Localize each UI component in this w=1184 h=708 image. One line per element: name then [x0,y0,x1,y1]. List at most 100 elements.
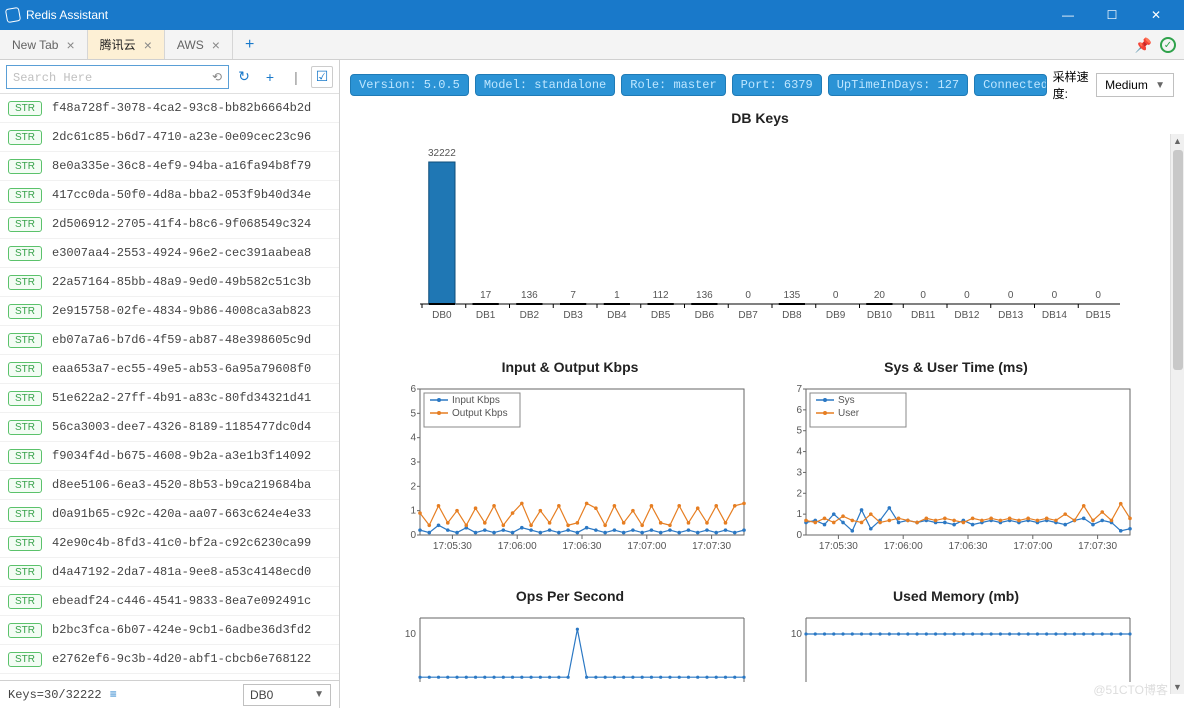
close-icon[interactable]: × [66,37,74,53]
close-icon[interactable]: × [212,37,220,53]
key-type-tag: STR [8,304,42,319]
svg-text:0: 0 [410,530,416,541]
clear-search-icon[interactable]: ⟲ [212,70,222,84]
vertical-scrollbar[interactable]: ▲ ▼ [1170,134,1184,694]
svg-text:4: 4 [410,433,416,444]
db-select[interactable]: DB0 ▼ [243,684,331,706]
key-row[interactable]: STReb07a7a6-b7d6-4f59-ab87-48e398605c9d [0,326,339,355]
svg-text:DB15: DB15 [1086,310,1111,321]
key-type-tag: STR [8,594,42,609]
svg-text:1: 1 [796,509,802,520]
key-type-tag: STR [8,565,42,580]
svg-text:0: 0 [1008,290,1014,301]
key-row[interactable]: STRebeadf24-c446-4541-9833-8ea7e092491c [0,587,339,616]
svg-text:17: 17 [480,290,492,301]
svg-text:3: 3 [796,467,802,478]
tab-new[interactable]: New Tab × [0,30,88,59]
svg-text:17:07:30: 17:07:30 [692,541,731,552]
divider: | [285,66,307,88]
key-row[interactable]: STR2dc61c85-b6d7-4710-a23e-0e09cec23c96 [0,123,339,152]
key-row[interactable]: STR51e622a2-27ff-4b91-a83c-80fd34321d41 [0,384,339,413]
tab-label: 腾讯云 [100,36,136,53]
content: Version: 5.0.5 Model: standalone Role: m… [340,60,1184,708]
svg-text:DB4: DB4 [607,310,627,321]
key-row[interactable]: STR56ca3003-dee7-4326-8189-1185477dc0d4 [0,413,339,442]
add-key-icon[interactable]: + [259,66,281,88]
svg-text:17:07:00: 17:07:00 [1013,541,1052,552]
svg-text:5: 5 [410,408,416,419]
window-minimize-button[interactable]: — [1046,0,1090,30]
key-row[interactable]: STRf48a728f-3078-4ca2-93c8-bb82b6664b2d [0,94,339,123]
key-name: 8e0a335e-36c8-4ef9-94ba-a16fa94b8f79 [52,159,331,173]
tab-aws[interactable]: AWS × [165,30,233,59]
key-row[interactable]: STRf9034f4d-b675-4608-9b2a-a3e1b3f14092 [0,442,339,471]
svg-text:DB9: DB9 [826,310,846,321]
key-list[interactable]: STRf48a728f-3078-4ca2-93c8-bb82b6664b2dS… [0,94,339,680]
badge-role: Role: master [621,74,725,96]
key-type-tag: STR [8,217,42,232]
key-row[interactable]: STR 22a57164-85bb-48a9-9ed0-49b582c51c3b [0,268,339,297]
titlebar: Redis Assistant — ☐ ✕ [0,0,1184,30]
svg-text:6: 6 [796,405,802,416]
tabbar: New Tab × 腾讯云 × AWS × + 📌 ✓ [0,30,1184,60]
svg-text:DB8: DB8 [782,310,802,321]
svg-text:User: User [838,408,860,419]
key-row[interactable]: STReaa653a7-ec55-49e5-ab53-6a95a79608f0 [0,355,339,384]
badge-port: Port: 6379 [732,74,822,96]
chart-io: Input & Output Kbps 012345617:05:3017:06… [390,355,750,566]
key-row[interactable]: STR 2d506912-2705-41f4-b8c6-9f068549c324 [0,210,339,239]
key-row[interactable]: STRe2762ef6-9c3b-4d20-abf1-cbcb6e768122 [0,645,339,674]
svg-text:DB10: DB10 [867,310,892,321]
badge-connected: ConnectedCli [974,74,1047,96]
check-filter-icon[interactable]: ☑ [311,66,333,88]
svg-text:136: 136 [521,290,538,301]
search-input[interactable] [13,70,212,84]
sample-rate-label: 采样速度: [1053,68,1090,102]
key-row[interactable]: STR 2e915758-02fe-4834-9b86-4008ca3ab823 [0,297,339,326]
key-row[interactable]: STRd4a47192-2da7-481a-9ee8-a53c4148ecd0 [0,558,339,587]
window-close-button[interactable]: ✕ [1134,0,1178,30]
key-name: 22a57164-85bb-48a9-9ed0-49b582c51c3b [52,275,331,289]
key-type-tag: STR [8,507,42,522]
scrollbar-thumb[interactable] [1173,150,1183,370]
chart-title: DB Keys [390,110,1130,126]
svg-text:20: 20 [874,290,886,301]
list-view-icon[interactable]: ≡ [110,688,117,702]
refresh-icon[interactable]: ↻ [233,66,255,88]
key-name: eaa653a7-ec55-49e5-ab53-6a95a79608f0 [52,362,331,376]
svg-text:1: 1 [410,506,416,517]
search-input-wrapper[interactable]: ⟲ [6,65,229,89]
key-row[interactable]: STRb2bc3fca-6b07-424e-9cb1-6adbe36d3fd2 [0,616,339,645]
scroll-up-icon[interactable]: ▲ [1173,134,1182,148]
badge-uptime: UpTimeInDays: 127 [828,74,968,96]
key-name: f9034f4d-b675-4608-9b2a-a3e1b3f14092 [52,449,331,463]
window-maximize-button[interactable]: ☐ [1090,0,1134,30]
svg-text:10: 10 [405,629,417,640]
key-row[interactable]: STR42e90c4b-8fd3-41c0-bf2a-c92c6230ca99 [0,529,339,558]
tab-tencent[interactable]: 腾讯云 × [88,30,165,59]
add-tab-button[interactable]: + [233,30,266,59]
svg-text:Input Kbps: Input Kbps [452,395,500,406]
key-type-tag: STR [8,536,42,551]
key-type-tag: STR [8,275,42,290]
svg-text:135: 135 [784,290,801,301]
key-row[interactable]: STR 8e0a335e-36c8-4ef9-94ba-a16fa94b8f79 [0,152,339,181]
key-row[interactable]: STRe3007aa4-2553-4924-96e2-cec391aabea8 [0,239,339,268]
key-row[interactable]: STRd8ee5106-6ea3-4520-8b53-b9ca219684ba [0,471,339,500]
pin-icon[interactable]: 📌 [1135,37,1152,54]
scroll-down-icon[interactable]: ▼ [1173,680,1182,694]
svg-text:0: 0 [1052,290,1058,301]
tab-label: New Tab [12,38,58,52]
svg-text:DB5: DB5 [651,310,671,321]
close-icon[interactable]: × [144,37,152,53]
key-row[interactable]: STR417cc0da-50f0-4d8a-bba2-053f9b40d34e [0,181,339,210]
sample-rate-select[interactable]: Medium ▼ [1096,73,1174,97]
key-type-tag: STR [8,159,42,174]
key-name: 417cc0da-50f0-4d8a-bba2-053f9b40d34e [52,188,331,202]
key-name: 2e915758-02fe-4834-9b86-4008ca3ab823 [52,304,331,318]
key-row[interactable]: STRd0a91b65-c92c-420a-aa07-663c624e4e33 [0,500,339,529]
key-name: 2d506912-2705-41f4-b8c6-9f068549c324 [52,217,331,231]
key-type-tag: STR [8,478,42,493]
svg-text:136: 136 [696,290,713,301]
chart-title: Ops Per Second [390,588,750,604]
